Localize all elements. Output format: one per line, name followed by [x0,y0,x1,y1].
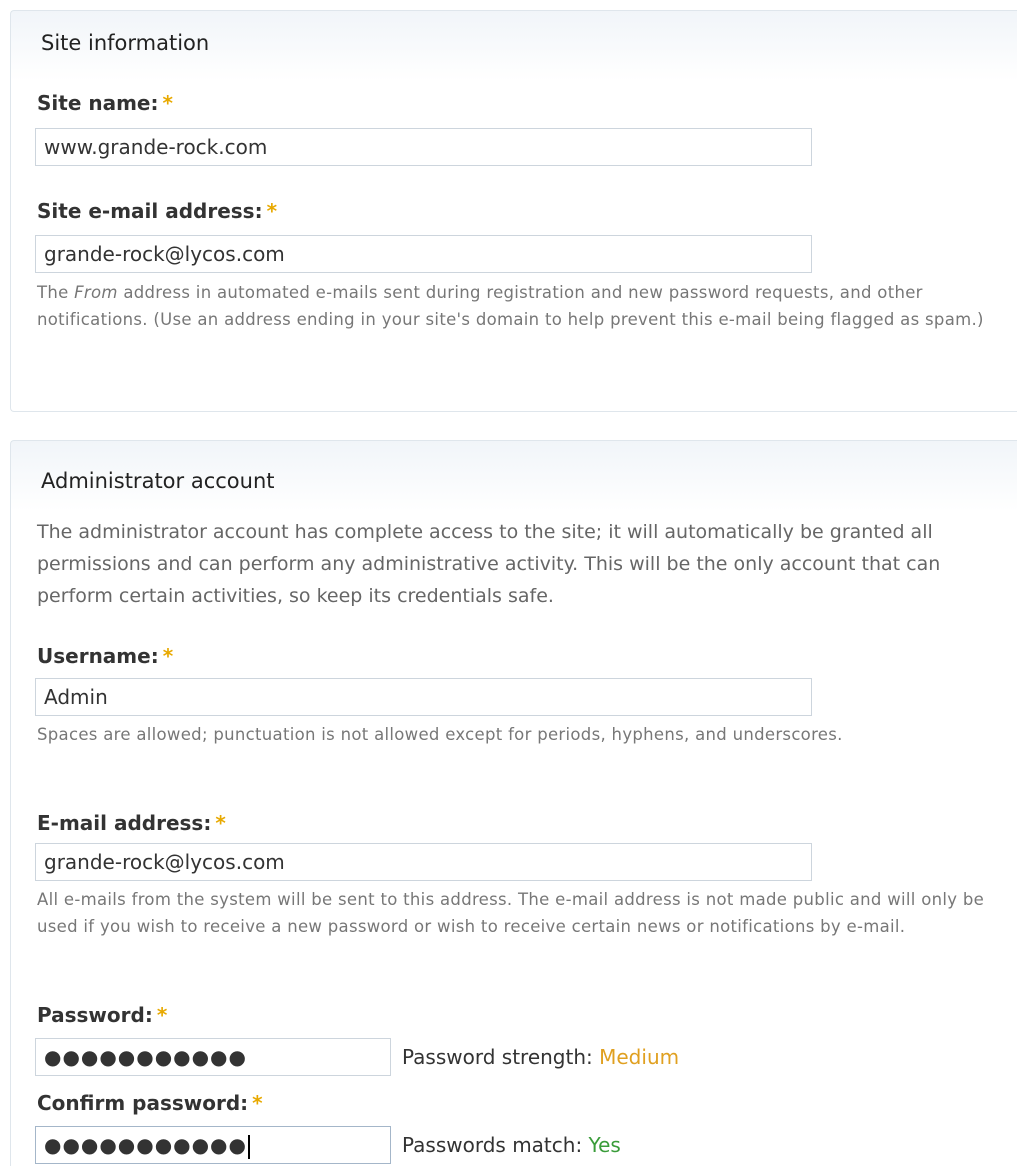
password-masked-value: ●●●●●●●●●●● [44,1045,247,1069]
site-email-label: Site e-mail address: * [37,199,277,223]
password-strength-indicator: Password strength: Medium [402,1045,679,1069]
email-description: All e-mails from the system will be sent… [37,890,985,936]
site-email-label-text: Site e-mail address: [37,199,263,223]
password-match-label: Passwords match: [402,1133,583,1157]
site-email-description-emphasis: From [74,283,118,302]
username-label: Username: * [37,644,173,668]
administrator-account-intro: The administrator account has complete a… [37,521,941,607]
email-input[interactable]: grande-rock@lycos.com [35,843,812,881]
confirm-password-label: Confirm password: * [37,1091,263,1115]
password-label-text: Password: [37,1003,153,1027]
site-name-label: Site name: * [37,91,173,115]
password-strength-label: Password strength: [402,1045,593,1069]
administrator-account-legend: Administrator account [41,469,275,493]
password-label: Password: * [37,1003,167,1027]
install-configure-page: Site information Site name: * www.grande-… [0,0,1017,1166]
username-label-text: Username: [37,644,159,668]
required-mark: * [156,1003,168,1027]
required-mark: * [266,199,278,223]
site-name-input[interactable]: www.grande-rock.com [35,128,812,166]
password-input[interactable]: ●●●●●●●●●●● [35,1038,391,1076]
site-name-value: www.grande-rock.com [44,135,268,159]
site-email-description: The From address in automated e-mails se… [37,279,987,333]
email-value: grande-rock@lycos.com [44,850,285,874]
site-information-legend: Site information [41,31,210,55]
password-match-value: Yes [588,1133,621,1157]
confirm-password-label-text: Confirm password: [37,1091,249,1115]
site-information-fieldset: Site information Site name: * www.grande-… [10,10,1017,412]
site-email-input[interactable]: grande-rock@lycos.com [35,235,812,273]
required-mark: * [162,644,174,668]
confirm-password-masked-value: ●●●●●●●●●●● [44,1133,247,1157]
email-label: E-mail address: * [37,811,226,835]
required-mark: * [252,1091,263,1115]
site-email-description-suffix: address in automated e-mails sent during… [37,283,984,329]
required-mark: * [215,811,226,835]
username-value: Admin [44,685,108,709]
confirm-password-input[interactable]: ●●●●●●●●●●● [35,1126,391,1164]
required-mark: * [162,91,173,115]
site-email-description-prefix: The [37,283,75,302]
username-description: Spaces are allowed; punctuation is not a… [37,725,843,744]
username-input[interactable]: Admin [35,678,812,716]
email-label-text: E-mail address: [37,811,212,835]
text-caret [247,1134,250,1159]
password-strength-value: Medium [599,1045,680,1069]
password-match-indicator: Passwords match: Yes [402,1133,621,1157]
administrator-account-fieldset: Administrator account The administrator … [10,440,1017,1166]
site-name-label-text: Site name: [37,91,159,115]
site-email-value: grande-rock@lycos.com [44,242,285,266]
